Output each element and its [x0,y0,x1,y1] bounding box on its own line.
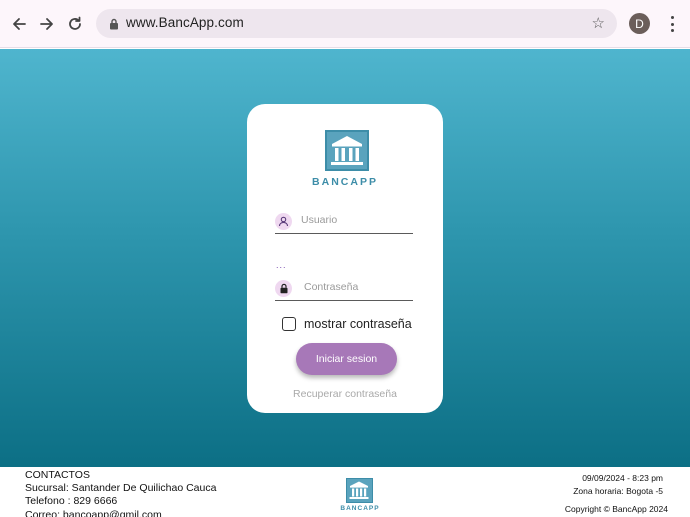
recover-password-link[interactable]: Recuperar contraseña [247,388,443,400]
footer-brand-name: BANCAPP [340,505,380,512]
contacts-title: CONTACTOS [25,469,90,481]
menu-dots-icon[interactable] [665,14,679,34]
username-input[interactable] [301,214,409,226]
show-password-checkbox[interactable] [282,317,296,331]
footer-logo-icon [346,478,373,503]
username-field[interactable] [275,212,413,234]
email-text: Correo: bancoapp@gmil.com [25,508,162,517]
datetime-text: 09/09/2024 - 8:23 pm [582,473,663,483]
forward-icon[interactable] [35,12,59,36]
bank-logo-icon [325,130,369,171]
password-field[interactable] [275,279,413,301]
contacts-block: CONTACTOS Sucursal: Santander De Quilich… [25,469,216,517]
bookmark-star-icon[interactable]: ☆ [592,14,605,32]
profile-avatar[interactable]: D [629,13,650,34]
main-background: BANCAPP ... mostrar contraseña Iniciar s… [0,49,690,467]
branch-text: Sucursal: Santander De Quilichao Cauca [25,482,217,495]
back-icon[interactable] [7,12,31,36]
phone-text: Telefono : 829 6666 [25,495,118,508]
footer: CONTACTOS Sucursal: Santander De Quilich… [0,467,690,517]
timezone-text: Zona horaria: Bogota -5 [573,485,663,496]
password-input[interactable] [304,281,412,293]
copyright-text: Copyright © BancApp 2024 [564,504,668,514]
footer-datetime-block: 09/09/2024 - 8:23 pm Zona horaria: Bogot… [573,473,663,498]
reload-icon[interactable] [63,12,87,36]
lock-icon [275,280,292,297]
login-button[interactable]: Iniciar sesion [296,343,397,375]
show-password-label: mostrar contraseña [304,317,412,331]
brand-name: BANCAPP [312,176,378,188]
url-text[interactable]: www.BancApp.com [126,15,244,30]
address-bar[interactable]: www.BancApp.com ☆ [96,9,617,38]
lock-icon [109,17,119,35]
password-dots: ... [276,260,287,270]
browser-toolbar: www.BancApp.com ☆ D [0,0,690,48]
user-icon [275,213,292,230]
login-card: BANCAPP ... mostrar contraseña Iniciar s… [247,104,443,413]
show-password-toggle[interactable]: mostrar contraseña [282,317,412,331]
